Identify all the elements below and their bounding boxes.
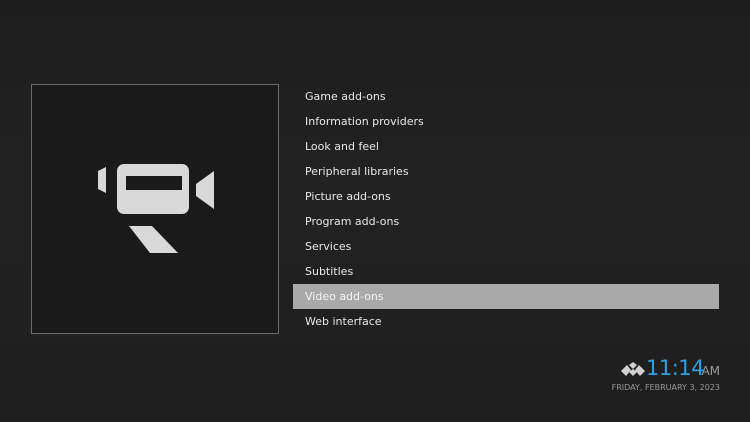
category-look-and-feel[interactable]: Look and feel (293, 134, 719, 159)
category-services[interactable]: Services (293, 234, 719, 259)
category-information-providers[interactable]: Information providers (293, 109, 719, 134)
category-web-interface[interactable]: Web interface (293, 309, 719, 334)
category-program-addons[interactable]: Program add-ons (293, 209, 719, 234)
clock-ampm: AM (701, 364, 720, 378)
addon-category-list: Game add-ons Information providers Look … (293, 84, 719, 334)
category-picture-addons[interactable]: Picture add-ons (293, 184, 719, 209)
category-peripheral-libraries[interactable]: Peripheral libraries (293, 159, 719, 184)
clock-widget: 11:14 AM FRIDAY, FEBRUARY 3, 2023 (520, 356, 720, 396)
addon-preview-panel (31, 84, 279, 334)
clock-date: FRIDAY, FEBRUARY 3, 2023 (611, 383, 720, 392)
clock-time: 11:14 (645, 356, 705, 380)
kodi-logo-icon (621, 362, 645, 376)
category-video-addons[interactable]: Video add-ons (293, 284, 719, 309)
video-camera-icon (98, 164, 214, 253)
category-game-addons[interactable]: Game add-ons (293, 84, 719, 109)
category-subtitles[interactable]: Subtitles (293, 259, 719, 284)
